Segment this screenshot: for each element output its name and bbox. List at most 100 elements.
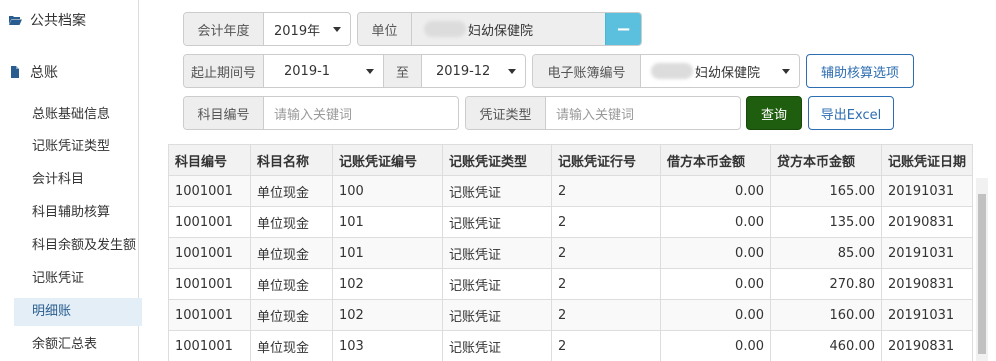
subject-code-label: 科目编号 xyxy=(184,97,264,129)
cell-credit: 85.00 xyxy=(770,237,882,269)
sidebar-item-label: 科目辅助核算 xyxy=(32,205,111,220)
sidebar-item-vouchers[interactable]: 记账凭证 xyxy=(14,265,142,293)
cell-credit: 160.00 xyxy=(770,299,882,331)
cell-voucher-type: 记账凭证 xyxy=(442,268,552,300)
fiscal-year-value: 2019年 xyxy=(274,23,321,39)
redacted-mask xyxy=(651,63,693,79)
detail-ledger-table: 科目编号 科目名称 记账凭证编号 记账凭证类型 记账凭证行号 借方本币金额 贷方… xyxy=(168,144,988,361)
col-header[interactable]: 记账凭证日期 xyxy=(881,144,973,176)
scrollbar-thumb[interactable] xyxy=(978,194,986,354)
cell-date: 20190831 xyxy=(881,206,973,238)
period-start-select[interactable]: 2019-1 xyxy=(264,55,384,87)
cell-subject-code: 1001001 xyxy=(168,175,251,207)
cell-voucher-no: 101 xyxy=(332,206,443,238)
sidebar: 公共档案 总账 总账基础信息 记账凭证类型 会计科目 科目辅助核算 科目余额及发… xyxy=(0,0,142,361)
cell-credit: 270.80 xyxy=(770,268,882,300)
sidebar-item-detail-ledger[interactable]: 明细账 xyxy=(14,298,142,326)
period-range: 起止期间号 2019-1 至 2019-12 xyxy=(183,54,526,88)
col-header[interactable]: 记账凭证编号 xyxy=(332,144,443,176)
unit-label: 单位 xyxy=(358,13,412,45)
cell-voucher-type: 记账凭证 xyxy=(442,330,552,361)
sidebar-item-label: 总账基础信息 xyxy=(32,107,111,122)
chevron-down-icon xyxy=(782,69,790,74)
subject-code-field[interactable]: 科目编号 请输入关键词 xyxy=(183,96,459,130)
fiscal-year-select[interactable]: 会计年度 2019年 xyxy=(183,12,351,46)
cell-voucher-line: 2 xyxy=(551,175,661,207)
cell-debit: 0.00 xyxy=(660,299,771,331)
cell-subject-code: 1001001 xyxy=(168,299,251,331)
table-row[interactable]: 1001001 单位现金 103 记账凭证 2 0.00 460.00 2019… xyxy=(168,330,973,361)
sidebar-item-archive[interactable]: 公共档案 xyxy=(8,8,86,32)
cell-debit: 0.00 xyxy=(660,206,771,238)
period-label: 起止期间号 xyxy=(184,55,264,87)
sidebar-archive-label: 公共档案 xyxy=(30,13,86,29)
col-header[interactable]: 科目名称 xyxy=(250,144,333,176)
file-icon xyxy=(8,65,22,79)
ledger-no-select[interactable]: 电子账簿编号 妇幼保健院 xyxy=(532,54,800,88)
sidebar-item-label: 科目余额及发生额 xyxy=(32,238,137,253)
fiscal-year-label: 会计年度 xyxy=(184,13,264,45)
unit-value: 妇幼保健院 xyxy=(468,23,534,39)
cell-debit: 0.00 xyxy=(660,268,771,300)
cell-voucher-line: 2 xyxy=(551,268,661,300)
col-header[interactable]: 记账凭证类型 xyxy=(442,144,552,176)
cell-credit: 165.00 xyxy=(770,175,882,207)
subject-code-input[interactable]: 请输入关键词 xyxy=(264,97,458,129)
voucher-type-label: 凭证类型 xyxy=(466,97,546,129)
cell-debit: 0.00 xyxy=(660,330,771,361)
sidebar-item-label: 会计科目 xyxy=(32,172,85,187)
table-row[interactable]: 1001001 单位现金 102 记账凭证 2 0.00 270.80 2019… xyxy=(168,268,973,300)
aux-options-button[interactable]: 辅助核算选项 xyxy=(806,54,914,88)
cell-debit: 0.00 xyxy=(660,175,771,207)
cell-voucher-type: 记账凭证 xyxy=(442,299,552,331)
sidebar-item-balance[interactable]: 科目余额及发生额 xyxy=(14,232,142,260)
sidebar-item-ledger[interactable]: 总账 xyxy=(8,60,58,84)
unit-field[interactable]: 单位 妇幼保健院 − xyxy=(357,12,642,46)
chevron-down-icon xyxy=(333,27,341,32)
cell-voucher-no: 102 xyxy=(332,299,443,331)
sidebar-item-balance-summary[interactable]: 余额汇总表 xyxy=(14,331,142,359)
cell-subject-code: 1001001 xyxy=(168,268,251,300)
cell-voucher-type: 记账凭证 xyxy=(442,237,552,269)
cell-voucher-no: 100 xyxy=(332,175,443,207)
cell-voucher-line: 2 xyxy=(551,299,661,331)
col-header[interactable]: 借方本币金额 xyxy=(660,144,771,176)
query-button[interactable]: 查询 xyxy=(746,96,802,130)
sidebar-item-label: 明细账 xyxy=(32,304,72,319)
sidebar-item-label: 记账凭证类型 xyxy=(32,139,111,154)
period-end-select[interactable]: 2019-12 xyxy=(422,55,525,87)
sidebar-item-general-info[interactable]: 总账基础信息 xyxy=(14,101,142,129)
table-row[interactable]: 1001001 单位现金 101 记账凭证 2 0.00 85.00 20191… xyxy=(168,237,973,269)
cell-subject-name: 单位现金 xyxy=(250,299,333,331)
table-scrollbar[interactable] xyxy=(976,178,988,361)
table-row[interactable]: 1001001 单位现金 101 记账凭证 2 0.00 135.00 2019… xyxy=(168,206,973,238)
sidebar-item-accounts[interactable]: 会计科目 xyxy=(14,166,142,194)
table-row[interactable]: 1001001 单位现金 102 记账凭证 2 0.00 160.00 2019… xyxy=(168,299,973,331)
chevron-down-icon xyxy=(508,69,516,74)
col-header[interactable]: 科目编号 xyxy=(168,144,251,176)
cell-subject-code: 1001001 xyxy=(168,206,251,238)
cell-subject-name: 单位现金 xyxy=(250,175,333,207)
cell-voucher-line: 2 xyxy=(551,237,661,269)
sidebar-item-aux-accounting[interactable]: 科目辅助核算 xyxy=(14,199,142,227)
sidebar-item-voucher-type[interactable]: 记账凭证类型 xyxy=(14,133,142,161)
col-header[interactable]: 贷方本币金额 xyxy=(770,144,882,176)
cell-subject-code: 1001001 xyxy=(168,237,251,269)
cell-subject-name: 单位现金 xyxy=(250,330,333,361)
cell-subject-name: 单位现金 xyxy=(250,268,333,300)
folder-open-icon xyxy=(8,13,22,27)
col-header[interactable]: 记账凭证行号 xyxy=(551,144,661,176)
period-end-value: 2019-12 xyxy=(436,63,491,79)
voucher-type-input[interactable]: 请输入关键词 xyxy=(546,97,740,129)
cell-date: 20190831 xyxy=(881,330,973,361)
cell-debit: 0.00 xyxy=(660,237,771,269)
table-row[interactable]: 1001001 单位现金 100 记账凭证 2 0.00 165.00 2019… xyxy=(168,175,973,207)
voucher-type-field[interactable]: 凭证类型 请输入关键词 xyxy=(465,96,741,130)
export-excel-button[interactable]: 导出Excel xyxy=(808,96,894,130)
clear-unit-button[interactable]: − xyxy=(605,13,641,45)
cell-date: 20191031 xyxy=(881,175,973,207)
ledger-no-value: 妇幼保健院 xyxy=(695,65,761,81)
cell-voucher-no: 102 xyxy=(332,268,443,300)
ledger-no-label: 电子账簿编号 xyxy=(533,55,641,87)
cell-voucher-no: 101 xyxy=(332,237,443,269)
